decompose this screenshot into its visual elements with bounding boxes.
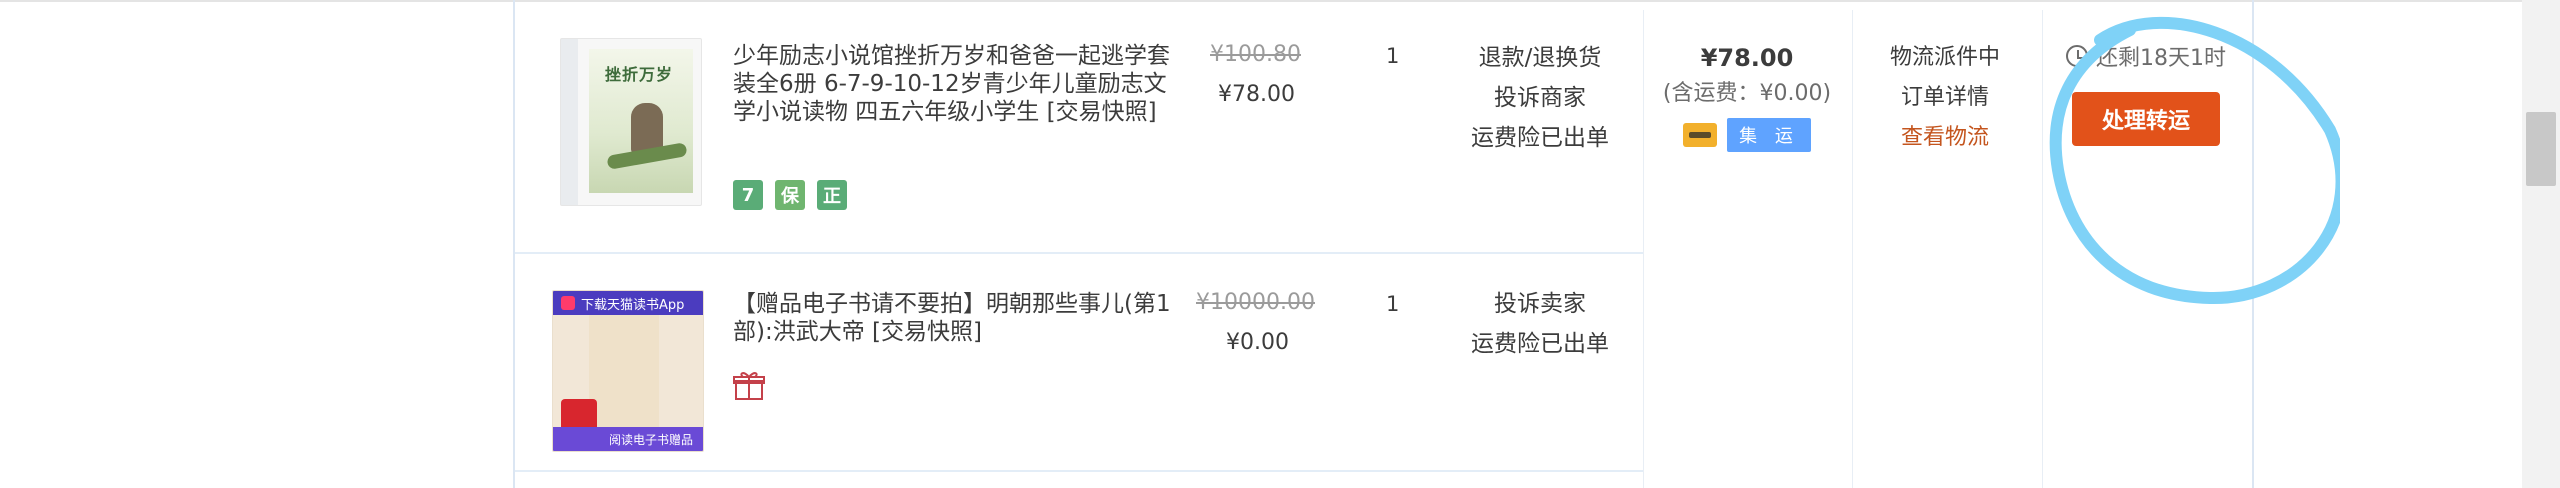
book-bottom-label: 阅读电子书赠品: [553, 427, 703, 451]
payment-summary: ¥78.00 (含运费：¥0.00) 集 运: [1642, 40, 1852, 152]
shipping-insurance-text: 运费险已出单: [1471, 125, 1609, 151]
view-logistics-link[interactable]: 查看物流: [1860, 118, 2030, 158]
book-cover: [589, 309, 659, 439]
complain-seller-link[interactable]: 投诉卖家: [1450, 284, 1630, 324]
annotation-circle: [2049, 16, 2340, 305]
product-title-link[interactable]: 【赠品电子书请不要拍】明朝那些事儿(第1部):洪武大帝 [交易快照]: [733, 290, 1173, 346]
item-actions: 退款/退换货 投诉商家 运费险已出单: [1450, 38, 1630, 158]
original-price: ¥100.80: [1210, 42, 1301, 67]
seven-day-return-icon[interactable]: 7: [733, 180, 763, 210]
column-divider-status: [1852, 10, 1853, 488]
complain-merchant-link[interactable]: 投诉商家: [1450, 78, 1630, 118]
item-actions: 投诉卖家 运费险已出单: [1450, 284, 1630, 364]
scrollbar[interactable]: [2522, 0, 2560, 488]
payment-card-icon: [1683, 123, 1718, 147]
row-divider: [515, 470, 1643, 472]
unit-price: ¥78.00: [1218, 82, 1295, 107]
quantity: 1: [1386, 44, 1400, 68]
refund-link[interactable]: 退款/退换货: [1450, 38, 1630, 78]
shipping-fee: (含运费：¥0.00): [1662, 81, 1832, 106]
order-panel-left-border: [513, 0, 515, 488]
original-price: ¥10000.00: [1196, 290, 1315, 315]
app-icon: [561, 296, 575, 310]
book-cover: 挫折万岁: [589, 49, 693, 193]
order-status: 物流派件中 订单详情 查看物流: [1860, 38, 2030, 158]
unit-price: ¥0.00: [1226, 330, 1289, 355]
row-divider: [515, 252, 1643, 254]
book-cover-title: 挫折万岁: [605, 65, 674, 84]
scrollbar-thumb[interactable]: [2526, 112, 2556, 186]
service-badges: 7 保 正: [733, 180, 847, 210]
guarantee-icon[interactable]: 保: [775, 180, 805, 210]
order-detail-link[interactable]: 订单详情: [1860, 78, 2030, 118]
product-title-link[interactable]: 少年励志小说馆挫折万岁和爸爸一起逃学套装全6册 6-7-9-10-12岁青少年儿…: [733, 42, 1173, 126]
quantity: 1: [1386, 292, 1400, 316]
product-image[interactable]: 下载天猫读书App ¥111 阅读电子书赠品: [552, 290, 704, 452]
shipping-insurance-text: 运费险已出单: [1471, 331, 1609, 357]
book-banner-text: 下载天猫读书App: [581, 297, 685, 313]
product-image[interactable]: 挫折万岁: [560, 38, 702, 206]
top-divider: [0, 0, 2560, 2]
genuine-icon[interactable]: 正: [817, 180, 847, 210]
consolidated-shipping-badge[interactable]: 集 运: [1727, 118, 1811, 152]
status-text: 物流派件中: [1889, 45, 2000, 70]
gift-icon: [733, 372, 765, 400]
total-amount: ¥78.00: [1700, 44, 1794, 72]
book-banner: 下载天猫读书App: [553, 291, 703, 315]
